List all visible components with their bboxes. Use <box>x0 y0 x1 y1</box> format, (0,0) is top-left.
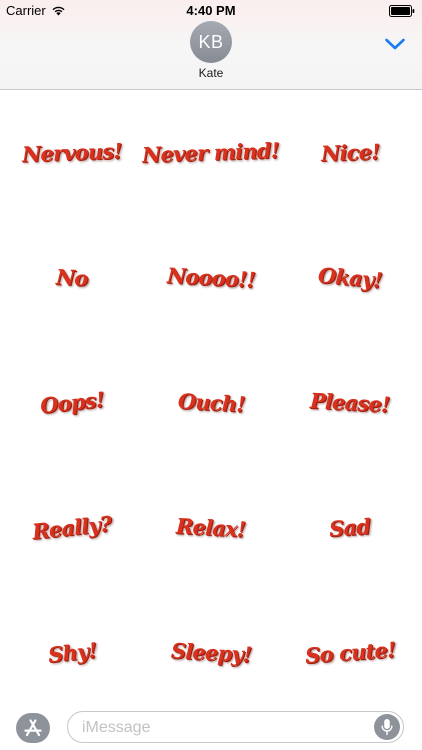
sticker-label: Please! <box>309 387 391 418</box>
sticker-label: Never mind! <box>142 137 280 168</box>
message-field[interactable]: iMessage <box>67 711 404 743</box>
sticker-shy[interactable]: Shy! <box>0 590 144 715</box>
sticker-noooo[interactable]: Noooo!! <box>144 215 278 340</box>
sticker-relax[interactable]: Relax! <box>144 465 278 590</box>
sticker-label: Oops! <box>38 386 106 419</box>
battery-icon <box>389 5 415 17</box>
sticker-label: Sleepy! <box>170 637 252 668</box>
contact-name[interactable]: Kate <box>0 66 422 80</box>
dictation-button[interactable] <box>374 714 400 740</box>
message-input-bar: iMessage <box>0 703 422 750</box>
sticker-label: Nice! <box>320 138 380 167</box>
sticker-sleepy[interactable]: Sleepy! <box>144 590 278 715</box>
sticker-label: Relax! <box>175 513 247 542</box>
sticker-label: So cute! <box>304 636 396 669</box>
sticker-no[interactable]: No <box>0 215 144 340</box>
sticker-nice[interactable]: Nice! <box>278 90 422 215</box>
microphone-icon <box>381 719 393 736</box>
avatar-initials: KB <box>198 31 224 52</box>
sticker-label: Shy! <box>46 637 98 668</box>
sticker-label: Sad <box>328 513 372 542</box>
sticker-never-mind[interactable]: Never mind! <box>142 90 280 215</box>
status-time: 4:40 PM <box>186 3 236 18</box>
sticker-nervous[interactable]: Nervous! <box>0 90 144 215</box>
imessage-sticker-screen: Carrier 4:40 PM KB Kate Nervous! Never m… <box>0 0 422 750</box>
status-bar: Carrier 4:40 PM <box>0 0 422 22</box>
sticker-grid: Nervous! Never mind! Nice! No Noooo!! Ok… <box>0 90 422 700</box>
sticker-really[interactable]: Really? <box>0 465 144 590</box>
chevron-down-icon <box>385 38 405 50</box>
app-store-button[interactable] <box>16 713 50 743</box>
sticker-sad[interactable]: Sad <box>278 465 422 590</box>
sticker-so-cute[interactable]: So cute! <box>278 590 422 715</box>
sticker-ouch[interactable]: Ouch! <box>144 340 278 465</box>
sticker-please[interactable]: Please! <box>278 340 422 465</box>
sticker-label: Ouch! <box>176 388 246 417</box>
app-store-icon <box>24 719 42 737</box>
sticker-label: Nervous! <box>21 138 123 167</box>
sticker-label: Okay! <box>317 262 383 293</box>
sticker-label: Really? <box>31 510 113 545</box>
collapse-button[interactable] <box>382 32 408 56</box>
sticker-label: Noooo!! <box>166 262 256 293</box>
sticker-label: No <box>55 264 89 291</box>
sticker-okay[interactable]: Okay! <box>278 215 422 340</box>
sticker-oops[interactable]: Oops! <box>0 340 144 465</box>
conversation-header: Carrier 4:40 PM KB Kate <box>0 0 422 90</box>
contact-avatar[interactable]: KB <box>190 21 232 63</box>
message-placeholder: iMessage <box>82 719 151 736</box>
